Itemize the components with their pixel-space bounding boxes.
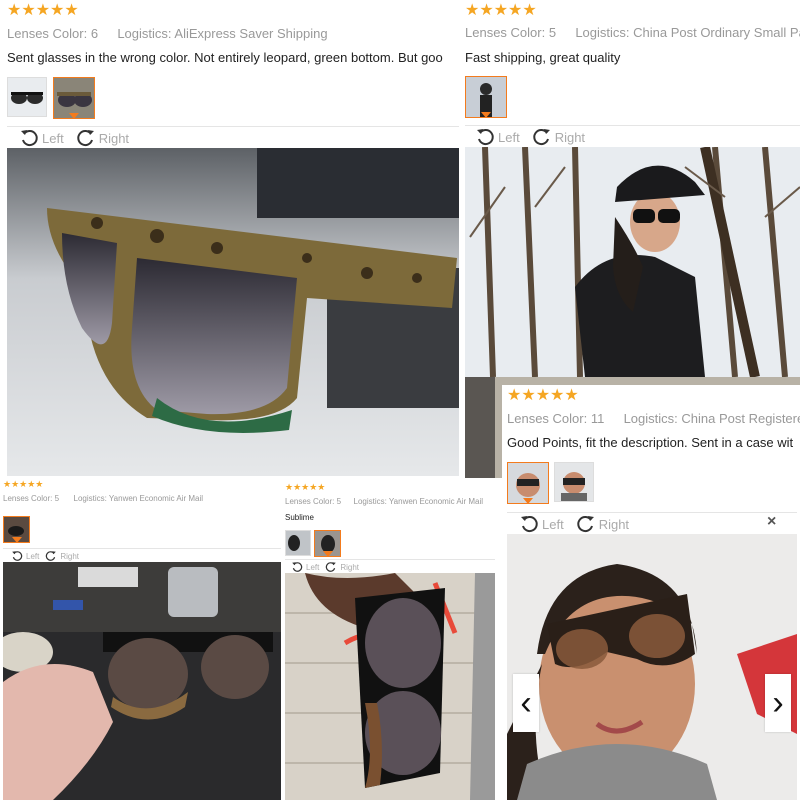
hand-holding-sunglasses-photo	[285, 573, 495, 800]
review-photo[interactable]	[3, 562, 281, 800]
close-icon[interactable]: ×	[767, 513, 776, 531]
chevron-right-icon: ›	[772, 684, 784, 722]
logistics: Logistics: Yanwen Economic Air Mail	[73, 494, 204, 503]
rating-stars: ★★★★★	[7, 2, 79, 19]
rotate-toolbar: Left Right	[7, 126, 459, 149]
rating-stars: ★★★★★	[465, 2, 537, 19]
lenses-color: Lenses Color: 6	[7, 26, 99, 41]
review-meta: Lenses Color: 5 Logistics: Yanwen Econom…	[285, 497, 483, 506]
rotate-left-icon	[521, 516, 538, 533]
review-meta: Lenses Color: 5 Logistics: China Post Or…	[465, 25, 800, 40]
woman-selfie-photo	[507, 534, 797, 800]
woman-thumbnail-image	[466, 77, 506, 117]
thumbnail-list	[507, 462, 594, 504]
rotate-left-label: Left	[42, 130, 64, 146]
review-meta: Lenses Color: 6 Logistics: AliExpress Sa…	[7, 26, 328, 41]
review-thumbnail[interactable]	[554, 462, 594, 502]
logistics: Logistics: China Post Registered	[623, 411, 800, 426]
rotate-left-button[interactable]: Left	[11, 550, 39, 562]
rotate-right-icon	[77, 130, 94, 147]
rotate-right-button[interactable]: Right	[532, 127, 585, 147]
review-thumbnail-selected[interactable]	[53, 77, 95, 119]
chevron-left-icon: ‹	[520, 684, 532, 722]
sunglasses-thumbnail-image	[8, 78, 46, 116]
thumbnail-list	[7, 77, 95, 119]
rotate-left-button[interactable]: Left	[291, 561, 319, 573]
rotate-left-label: Left	[498, 129, 520, 145]
rotate-left-icon	[292, 562, 303, 572]
review-meta: Lenses Color: 11 Logistics: China Post R…	[507, 411, 800, 426]
rotate-left-label: Left	[306, 562, 320, 572]
rating-stars: ★★★★★	[285, 482, 326, 492]
thumbnail-list	[465, 76, 507, 118]
rotate-left-icon	[12, 551, 23, 561]
review-card-1: ★★★★★ Lenses Color: 6 Logistics: AliExpr…	[0, 0, 462, 478]
review-card-4: ★★★★★ Lenses Color: 5 Logistics: Yanwen …	[0, 478, 282, 800]
review-card-5: ★★★★★ Lenses Color: 5 Logistics: Yanwen …	[282, 478, 502, 800]
sunglasses-thumbnail-image	[286, 531, 310, 555]
leopard-sunglasses-photo	[7, 148, 459, 476]
rotate-toolbar: Left Right	[285, 559, 495, 574]
woman-thumbnail-image	[508, 463, 548, 503]
rotate-right-icon	[577, 516, 594, 533]
review-thumbnail[interactable]	[285, 530, 311, 556]
rotate-left-button[interactable]: Left	[475, 127, 520, 147]
sunglasses-thumbnail-image	[315, 531, 340, 556]
thumbnail-list	[3, 516, 30, 543]
rating-stars: ★★★★★	[3, 479, 44, 489]
review-thumbnail-selected[interactable]	[314, 530, 341, 557]
next-photo-button[interactable]: ›	[765, 674, 791, 732]
rotate-right-label: Right	[554, 129, 586, 145]
rotate-right-button[interactable]: Right	[76, 128, 129, 148]
review-thumbnail-selected[interactable]	[507, 462, 549, 504]
lenses-color: Lenses Color: 11	[507, 411, 605, 426]
review-thumbnail-selected[interactable]	[3, 516, 30, 543]
rotate-toolbar: Left Right	[507, 512, 797, 535]
rotate-left-label: Left	[542, 516, 564, 532]
review-card-3: ★★★★★ Lenses Color: 11 Logistics: China …	[502, 385, 800, 800]
rotate-right-label: Right	[340, 562, 360, 572]
lenses-color: Lenses Color: 5	[465, 25, 557, 40]
rotate-right-label: Right	[598, 516, 630, 532]
rotate-right-button[interactable]: Right	[325, 561, 359, 573]
rotate-right-icon	[326, 562, 337, 572]
review-text: Fast shipping, great quality	[465, 50, 621, 65]
rotate-left-icon	[21, 130, 38, 147]
rotate-right-icon	[46, 551, 57, 561]
rotate-right-button[interactable]: Right	[576, 514, 629, 534]
rotate-right-label: Right	[98, 130, 130, 146]
review-photo[interactable]: ‹ ›	[507, 534, 797, 800]
rating-stars: ★★★★★	[507, 387, 579, 404]
review-text: Sublime	[285, 513, 314, 522]
rotate-left-label: Left	[26, 551, 40, 561]
rotate-right-label: Right	[60, 551, 80, 561]
rotate-left-button[interactable]: Left	[19, 128, 64, 148]
logistics: Logistics: China Post Ordinary Small Pac	[575, 25, 800, 40]
rotate-toolbar: Left Right	[3, 548, 281, 563]
woman-thumbnail-image	[555, 463, 593, 501]
review-text: Good Points, fit the description. Sent i…	[507, 435, 794, 450]
rotate-left-button[interactable]: Left	[519, 514, 564, 534]
review-photo[interactable]	[285, 573, 495, 800]
logistics: Logistics: AliExpress Saver Shipping	[117, 26, 328, 41]
prev-photo-button[interactable]: ‹	[513, 674, 539, 732]
review-thumbnail-selected[interactable]	[465, 76, 507, 118]
review-meta: Lenses Color: 5 Logistics: Yanwen Econom…	[3, 494, 203, 503]
rotate-left-icon	[477, 129, 494, 146]
hand-holding-sunglasses-photo	[3, 562, 281, 800]
lenses-color: Lenses Color: 5	[285, 497, 342, 506]
rotate-toolbar: Left Right	[465, 125, 800, 148]
rotate-right-icon	[533, 129, 550, 146]
sunglasses-thumbnail-image	[4, 517, 29, 542]
thumbnail-list	[285, 530, 341, 557]
review-photo[interactable]	[7, 148, 459, 476]
review-thumbnail[interactable]	[7, 77, 47, 117]
logistics: Logistics: Yanwen Economic Air Mail	[353, 497, 484, 506]
lenses-color: Lenses Color: 5	[3, 494, 60, 503]
sunglasses-thumbnail-image	[54, 78, 94, 118]
review-text: Sent glasses in the wrong color. Not ent…	[7, 50, 443, 65]
rotate-right-button[interactable]: Right	[45, 550, 79, 562]
